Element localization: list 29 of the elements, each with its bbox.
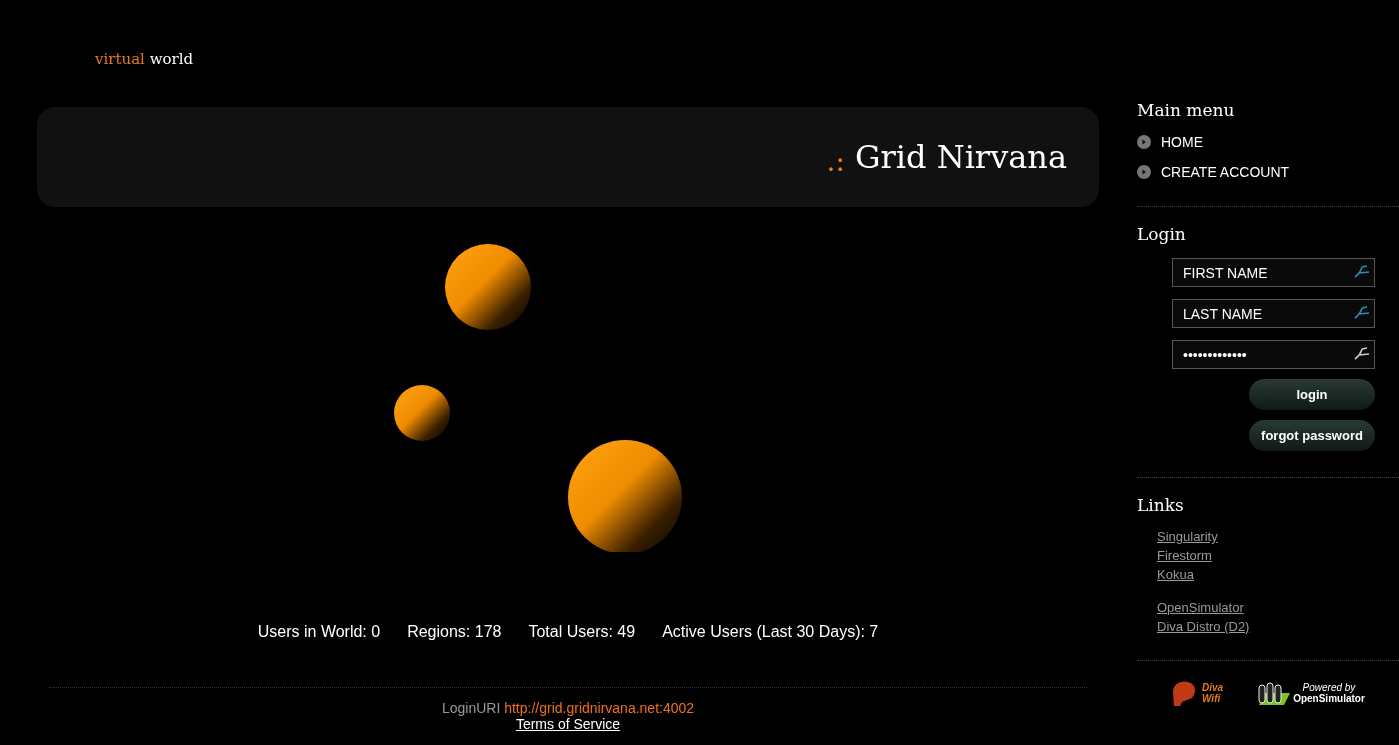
stat-text: Regions: 178 <box>407 623 502 641</box>
viewer-link[interactable]: OpenSimulator <box>1157 600 1399 615</box>
terms-link[interactable]: Terms of Service <box>515 716 621 732</box>
site-title: Grid Nirvana <box>854 138 1067 176</box>
opensimulator-badge[interactable]: Powered by OpenSimulator <box>1253 679 1365 707</box>
login-uri-link[interactable]: http://grid.gridnirvana.net:4002 <box>504 700 695 716</box>
section-heading: Main menu <box>1137 100 1236 120</box>
logo-text: virtual world <box>95 50 194 68</box>
viewer-link[interactable]: Kokua <box>1157 567 1399 582</box>
stat-text: Users in World: 0 <box>257 623 381 641</box>
input-field[interactable]: FIRST NAME <box>1172 258 1375 287</box>
title-prefix: .: <box>826 144 845 178</box>
section-heading: Links <box>1137 495 1185 515</box>
menu-link[interactable]: CREATE ACCOUNT <box>1161 164 1290 180</box>
password-field[interactable]: ••••••••••••• <box>1172 340 1375 369</box>
menu-link[interactable]: HOME <box>1161 134 1203 150</box>
login-uri-label: LoginURI <box>441 700 501 716</box>
stat-text: Active Users (Last 30 Days): 7 <box>662 623 879 641</box>
section-heading: Login <box>1137 224 1187 244</box>
login-button[interactable]: forgot password <box>1249 420 1375 451</box>
stat-text: Total Users: 49 <box>528 623 636 641</box>
play-bullet-icon <box>1137 135 1151 149</box>
viewer-link[interactable]: Diva Distro (D2) <box>1157 619 1399 634</box>
diva-wifi-badge[interactable]: Diva Wifi <box>1170 678 1224 708</box>
play-bullet-icon <box>1137 165 1151 179</box>
input-field[interactable]: LAST NAME <box>1172 299 1375 328</box>
viewer-link[interactable]: Firestorm <box>1157 548 1399 563</box>
viewer-link[interactable]: Singularity <box>1157 529 1399 544</box>
login-button[interactable]: login <box>1249 379 1375 410</box>
